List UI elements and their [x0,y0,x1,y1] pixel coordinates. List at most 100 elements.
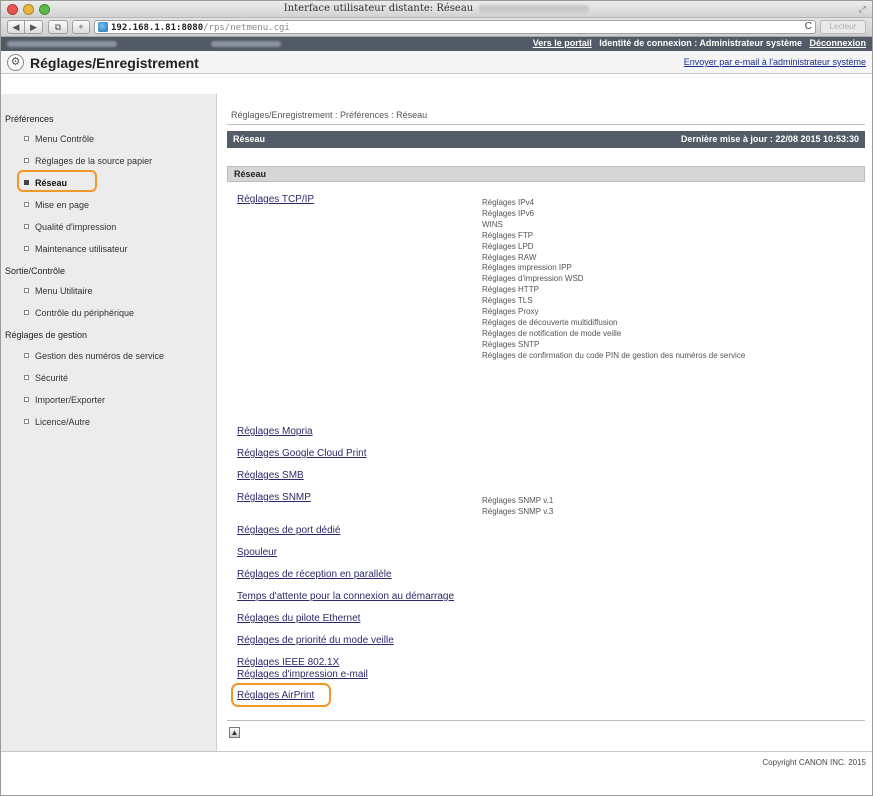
sub-item: Réglages SNMP v.1 [482,496,554,505]
section-subheader: Réseau [227,166,865,182]
sidebar-item-securite[interactable]: Sécurité [24,373,68,383]
reader-button[interactable]: Lecteur [820,20,866,34]
sidebar-item-label: Sécurité [35,373,69,383]
blurred-device-model [211,41,281,47]
sidebar-section-sortie-controle: Sortie/Contrôle [5,266,66,276]
sidebar-item-label: Licence/Autre [35,417,91,427]
blurred-device-name [7,41,117,47]
email-admin-link[interactable]: Envoyer par e-mail à l'administrateur sy… [684,57,866,67]
link-temps-attente-connexion[interactable]: Temps d'attente pour la connexion au dém… [237,591,454,602]
userbar-right: Vers le portail Identité de connexion : … [533,38,866,48]
main-content: Réglages/Enregistrement : Préférences : … [227,94,867,751]
reload-icon[interactable]: C [805,21,812,33]
sidebar-item-mise-en-page[interactable]: Mise en page [24,200,89,210]
link-reception-parallele[interactable]: Réglages de réception en parallèle [237,569,392,580]
snmp-sub-list: Réglages SNMP v.1 Réglages SNMP v.3 [482,496,553,518]
url-path: /rps/netmenu.cgi [203,23,290,33]
sidebar-item-qualite-impression[interactable]: Qualité d'impression [24,222,116,232]
forward-arrow-icon: ▶ [30,22,37,32]
sub-item: Réglages TLS [482,296,533,306]
sidebar-item-importer-exporter[interactable]: Importer/Exporter [24,395,105,405]
sub-item: Réglages Proxy [482,307,539,317]
up-arrow-icon: ▲ [230,728,239,737]
sidebar-section-reglages-gestion: Réglages de gestion [5,330,88,340]
bullet-icon [24,310,29,315]
fullscreen-icon[interactable]: ⤢ [859,4,866,15]
bullet-icon [24,353,29,358]
footer: Copyright CANON INC. 2015 [1,751,872,795]
gear-icon: ⚙ [7,54,24,71]
back-button[interactable]: ◀ [7,20,25,34]
divider [227,720,865,721]
sub-item: Réglages de notification de mode veille [482,328,622,338]
bullet-icon [24,246,29,251]
link-reglages-snmp[interactable]: Réglages SNMP [237,492,311,503]
sidebar-section-preferences: Préférences [5,114,54,124]
browser-toolbar: ◀ ▶ ⧉ + 192.168.1.81:8080/rps/netmenu.cg… [1,18,872,37]
portal-link[interactable]: Vers le portail [533,38,592,48]
sidebar: Préférences Menu Contrôle Réglages de la… [1,94,217,751]
tcpip-sub-list: Réglages IPv4 Réglages IPv6 WINS Réglage… [482,198,745,362]
add-bookmark-button[interactable]: + [72,20,90,34]
bullet-icon [24,397,29,402]
link-reglages-tcpip[interactable]: Réglages TCP/IP [237,194,314,205]
page-title: Réglages/Enregistrement [30,55,199,71]
sidebar-item-label: Réglages de la source papier [35,156,153,166]
bullet-icon [24,158,29,163]
back-to-top-button[interactable]: ▲ [229,727,240,738]
logout-link[interactable]: Déconnexion [809,38,866,48]
sidebar-item-maintenance-utilisateur[interactable]: Maintenance utilisateur [24,244,128,254]
last-updated: Dernière mise à jour : 22/08 2015 10:53:… [680,134,859,144]
sub-item: Réglages d'impression WSD [482,274,584,284]
panel-header: Réseau Dernière mise à jour : 22/08 2015… [227,131,865,148]
forward-button[interactable]: ▶ [25,20,43,34]
panel-title: Réseau [233,134,266,144]
sidebar-item-source-papier[interactable]: Réglages de la source papier [24,156,152,166]
sub-item: Réglages IPv4 [482,198,535,207]
sidebar-item-menu-controle[interactable]: Menu Contrôle [24,134,94,144]
sub-item: Réglages HTTP [482,285,539,295]
sidebar-item-label: Qualité d'impression [35,222,117,232]
bullet-icon [24,288,29,293]
sidebar-item-label: Mise en page [35,200,90,210]
sub-item: Réglages LPD [482,241,534,251]
back-arrow-icon: ◀ [12,22,20,32]
link-ieee-8021x[interactable]: Réglages IEEE 802.1X [237,657,339,668]
sidebar-item-controle-peripherique[interactable]: Contrôle du périphérique [24,308,134,318]
link-reglages-mopria[interactable]: Réglages Mopria [237,426,313,437]
app-header: ⚙ Réglages/Enregistrement Envoyer par e-… [1,51,872,74]
title-bar: Interface utilisateur distante: Réseau ⤢ [1,1,872,18]
sidebar-item-licence-autre[interactable]: Licence/Autre [24,417,90,427]
sidebar-item-label: Importer/Exporter [35,395,106,405]
airprint-highlight-callout [231,683,331,707]
sub-item: Réglages IPv6 [482,208,535,218]
copyright: Copyright CANON INC. 2015 [762,758,866,767]
reseau-highlight-callout [17,170,97,192]
sub-item: Réglages FTP [482,230,534,240]
link-pilote-ethernet[interactable]: Réglages du pilote Ethernet [237,613,360,624]
sidebar-item-label: Contrôle du périphérique [35,308,135,318]
link-impression-email[interactable]: Réglages d'impression e-mail [237,669,368,680]
bookmarks-button[interactable]: ⧉ [48,20,68,34]
address-bar[interactable]: 192.168.1.81:8080/rps/netmenu.cgi C [94,20,816,34]
login-identity: Identité de connexion : Administrateur s… [599,38,802,48]
bullet-icon [24,224,29,229]
sub-item: Réglages de découverte multidiffusion [482,317,618,327]
link-reglages-smb[interactable]: Réglages SMB [237,470,304,481]
favicon-icon [98,22,108,32]
bookmarks-icon: ⧉ [54,22,62,32]
link-reglages-google-cloud-print[interactable]: Réglages Google Cloud Print [237,448,367,459]
link-reglages-port-dedie[interactable]: Réglages de port dédié [237,525,340,536]
sidebar-item-numeros-service[interactable]: Gestion des numéros de service [24,351,164,361]
subheader-label: Réseau [234,169,267,179]
link-spouleur[interactable]: Spouleur [237,547,277,558]
bullet-icon [24,136,29,141]
bullet-icon [24,202,29,207]
plus-icon: + [78,22,84,32]
url-host: 192.168.1.81:8080 [111,23,204,33]
browser-window: Interface utilisateur distante: Réseau ⤢… [0,0,873,796]
sidebar-item-menu-utilitaire[interactable]: Menu Utilitaire [24,286,93,296]
sub-item: Réglages SNTP [482,339,540,349]
link-priorite-mode-veille[interactable]: Réglages de priorité du mode veille [237,635,394,646]
sub-item: Réglages SNMP v.3 [482,506,554,516]
